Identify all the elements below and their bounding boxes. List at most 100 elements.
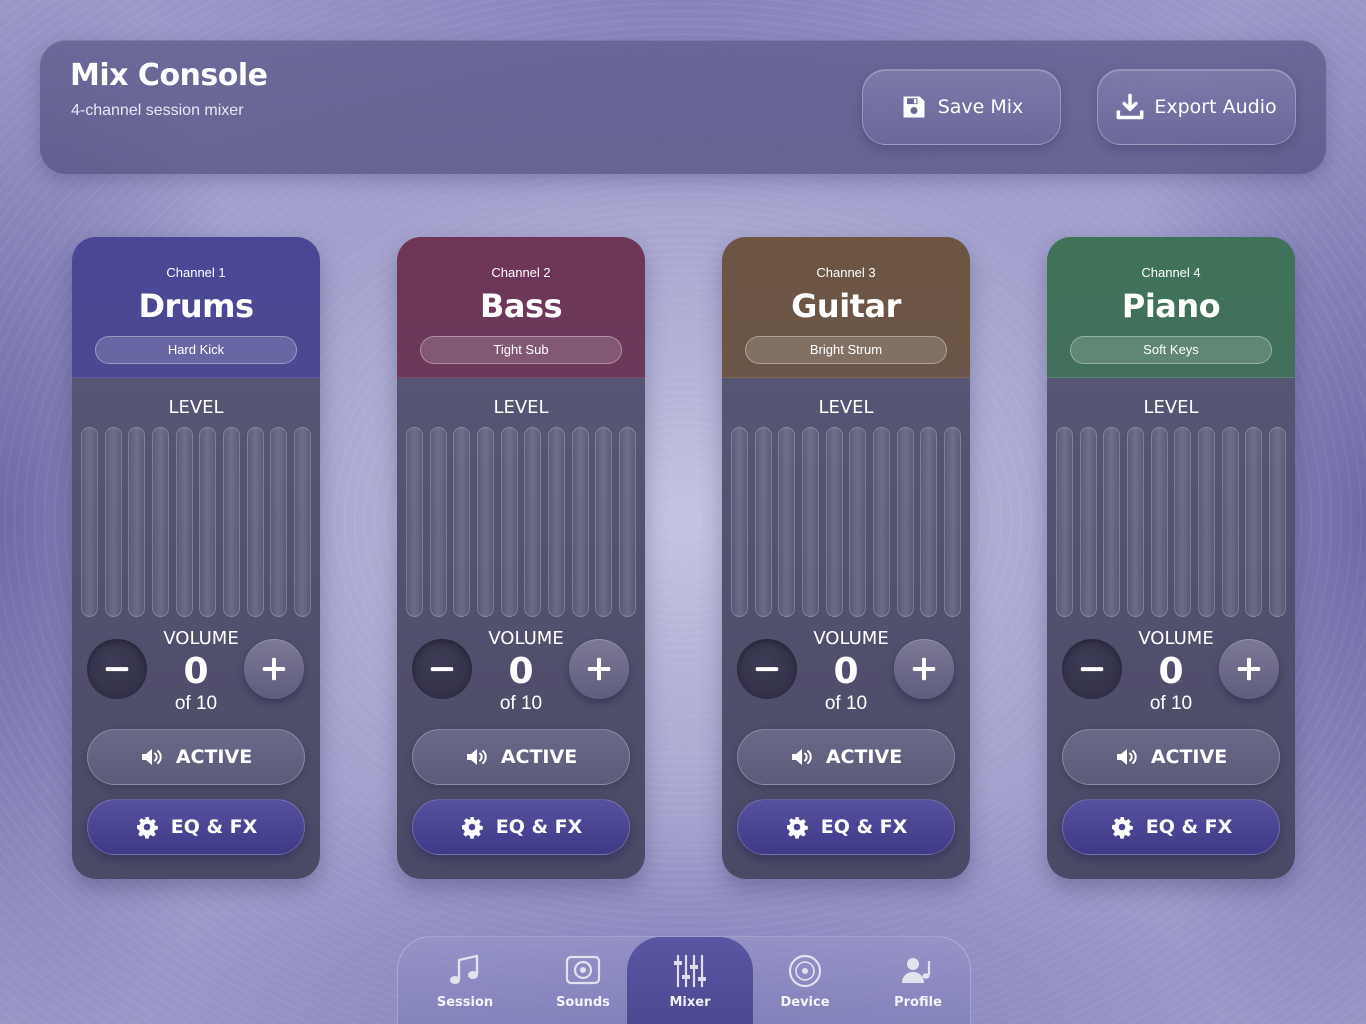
- level-meter-bar: [1221, 427, 1239, 617]
- sliders-icon: [674, 955, 706, 987]
- active-label: ACTIVE: [1150, 746, 1228, 768]
- volume-increase-button[interactable]: [894, 639, 954, 699]
- level-meter: [81, 427, 311, 619]
- active-toggle-button[interactable]: ACTIVE: [412, 729, 630, 785]
- nav-item-session[interactable]: Session: [408, 937, 522, 1024]
- level-meter-bar: [429, 427, 447, 617]
- volume-decrease-button[interactable]: [87, 639, 147, 699]
- eq-fx-button[interactable]: EQ & FX: [87, 799, 305, 855]
- eq-fx-label: EQ & FX: [1145, 816, 1233, 838]
- channel-label: Channel 2: [491, 265, 551, 280]
- channel-label: Channel 3: [816, 265, 876, 280]
- minus-icon: [430, 667, 454, 672]
- export-audio-label: Export Audio: [1154, 96, 1277, 118]
- level-meter-bar: [500, 427, 518, 617]
- level-meter-bar: [1079, 427, 1097, 617]
- preset-badge[interactable]: Tight Sub: [420, 336, 622, 364]
- channel-label: Channel 4: [1141, 265, 1201, 280]
- channel-card-guitar: Channel 3 Guitar Bright Strum LEVEL VOLU…: [722, 237, 970, 879]
- plus-icon: [912, 657, 936, 681]
- plus-icon: [262, 657, 286, 681]
- channel-label: Channel 1: [166, 265, 226, 280]
- preset-badge[interactable]: Hard Kick: [95, 336, 297, 364]
- volume-decrease-button[interactable]: [737, 639, 797, 699]
- level-meter: [406, 427, 636, 619]
- volume-increase-button[interactable]: [569, 639, 629, 699]
- page-subtitle: 4-channel session mixer: [71, 102, 244, 119]
- nav-item-profile[interactable]: Profile: [861, 937, 975, 1024]
- level-meter-bar: [595, 427, 613, 617]
- export-audio-button[interactable]: Export Audio: [1097, 69, 1296, 145]
- nav-item-mixer[interactable]: Mixer: [627, 937, 753, 1024]
- download-icon: [1116, 93, 1144, 120]
- level-meter-bar: [1174, 427, 1192, 617]
- gear-icon: [136, 817, 158, 839]
- speaker-volume-icon: [791, 749, 812, 765]
- user-music-icon: [902, 958, 931, 983]
- speaker-volume-icon: [141, 749, 162, 765]
- level-meter-bar: [943, 427, 961, 617]
- level-meter-bar: [896, 427, 914, 617]
- active-toggle-button[interactable]: ACTIVE: [87, 729, 305, 785]
- channel-name: Bass: [479, 287, 563, 325]
- level-meter-bar: [1126, 427, 1144, 617]
- level-meter-bar: [1103, 427, 1121, 617]
- plus-icon: [1237, 657, 1261, 681]
- header-panel: Mix Console 4-channel session mixer Save…: [40, 40, 1326, 174]
- volume-increase-button[interactable]: [1219, 639, 1279, 699]
- level-meter-bar: [175, 427, 193, 617]
- level-label: LEVEL: [818, 397, 874, 418]
- minus-icon: [105, 667, 129, 672]
- level-meter-bar: [270, 427, 288, 617]
- plus-icon: [587, 657, 611, 681]
- preset-badge[interactable]: Bright Strum: [745, 336, 947, 364]
- channel-name: Guitar: [791, 287, 901, 325]
- level-label: LEVEL: [1143, 397, 1199, 418]
- eq-fx-button[interactable]: EQ & FX: [737, 799, 955, 855]
- level-meter-bar: [1150, 427, 1168, 617]
- level-meter-bar: [1056, 427, 1073, 617]
- nav-item-device[interactable]: Device: [748, 937, 862, 1024]
- disc-icon: [788, 954, 822, 988]
- eq-fx-button[interactable]: EQ & FX: [412, 799, 630, 855]
- level-meter-bar: [825, 427, 843, 617]
- nav-label: Mixer: [669, 995, 711, 1010]
- gear-icon: [1111, 817, 1133, 839]
- save-icon: [903, 96, 925, 118]
- channel-header: Channel 2 Bass Tight Sub: [397, 237, 645, 378]
- level-meter-bar: [618, 427, 636, 617]
- eq-fx-button[interactable]: EQ & FX: [1062, 799, 1280, 855]
- nav-label: Sounds: [556, 995, 610, 1010]
- level-meter-bar: [849, 427, 867, 617]
- active-label: ACTIVE: [825, 746, 903, 768]
- level-meter-bar: [222, 427, 240, 617]
- volume-decrease-button[interactable]: [412, 639, 472, 699]
- gear-icon: [461, 817, 483, 839]
- speaker-icon: [565, 955, 601, 985]
- nav-label: Profile: [894, 995, 942, 1010]
- volume-decrease-button[interactable]: [1062, 639, 1122, 699]
- save-mix-button[interactable]: Save Mix: [862, 69, 1061, 145]
- active-toggle-button[interactable]: ACTIVE: [1062, 729, 1280, 785]
- preset-badge[interactable]: Soft Keys: [1070, 336, 1272, 364]
- level-meter-bar: [128, 427, 146, 617]
- speaker-volume-icon: [466, 749, 487, 765]
- level-meter-bar: [453, 427, 471, 617]
- volume-increase-button[interactable]: [244, 639, 304, 699]
- page-title: Mix Console: [70, 58, 268, 93]
- level-meter-bar: [920, 427, 938, 617]
- level-meter-bar: [406, 427, 423, 617]
- channel-card-piano: Channel 4 Piano Soft Keys LEVEL VOLUME 0…: [1047, 237, 1295, 879]
- nav-item-sounds[interactable]: Sounds: [526, 937, 640, 1024]
- level-meter: [1056, 427, 1286, 619]
- speaker-volume-icon: [1116, 749, 1137, 765]
- level-meter-bar: [476, 427, 494, 617]
- level-meter-bar: [524, 427, 542, 617]
- channel-header: Channel 1 Drums Hard Kick: [72, 237, 320, 378]
- level-meter-bar: [754, 427, 772, 617]
- level-meter-bar: [801, 427, 819, 617]
- level-meter-bar: [547, 427, 565, 617]
- level-meter-bar: [872, 427, 890, 617]
- active-toggle-button[interactable]: ACTIVE: [737, 729, 955, 785]
- minus-icon: [1080, 667, 1104, 672]
